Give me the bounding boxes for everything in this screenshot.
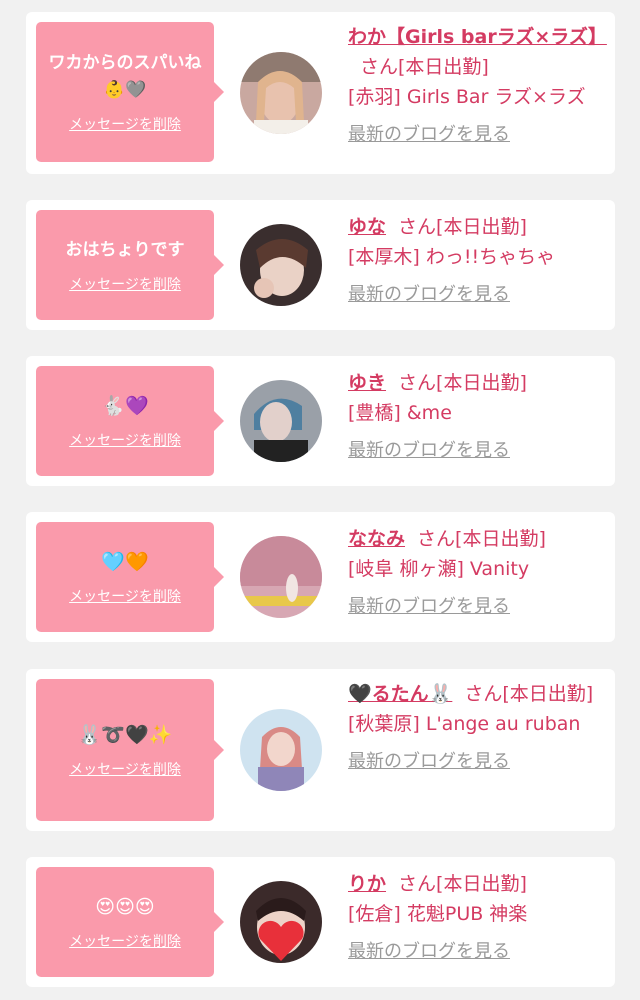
status-label: [本日出勤] xyxy=(502,683,594,705)
avatar-photo-icon xyxy=(240,224,322,306)
sender-name-link[interactable]: ゆな xyxy=(348,216,386,238)
sender-name-link[interactable]: ゆき xyxy=(348,372,386,394)
avatar-photo-icon xyxy=(240,536,322,618)
shop-label: [本厚木] わっ!!ちゃちゃ xyxy=(348,246,556,268)
avatar-photo-icon xyxy=(240,380,322,462)
delete-message-link[interactable]: メッセージを削除 xyxy=(69,274,181,294)
avatar[interactable] xyxy=(240,224,322,306)
honorific: さん xyxy=(398,873,437,895)
avatar-photo-icon xyxy=(240,881,322,963)
status-label: [本日出勤] xyxy=(436,372,527,394)
message-text: 🐇💜 xyxy=(101,394,149,417)
sender-info: 🖤るたん🐰 さん[本日出勤] [秋葉原] L'ange au ruban 最新のブ… xyxy=(348,679,606,777)
message-text: 😍😍😍 xyxy=(95,895,155,918)
message-text: 🩵🧡 xyxy=(101,550,149,573)
message-bubble: おはちょりです メッセージを削除 xyxy=(36,210,224,320)
shop-label: [秋葉原] L'ange au ruban xyxy=(348,713,581,735)
sender-name-link[interactable]: わか【Girls barラズ×ラズ】 xyxy=(348,26,607,48)
message-bubble: 😍😍😍 メッセージを削除 xyxy=(36,867,224,977)
honorific: さん xyxy=(398,216,437,238)
message-text: おはちょりです xyxy=(65,239,185,260)
status-label: [本日出勤] xyxy=(436,216,527,238)
sender-info: ゆな さん[本日出勤] [本厚木] わっ!!ちゃちゃ 最新のブログを見る xyxy=(348,212,606,310)
message-text: 🐰➰🖤✨ xyxy=(77,723,173,746)
message-text: ワカからのスパいね👶🩶 xyxy=(48,53,202,100)
status-label: [本日出勤] xyxy=(398,56,489,78)
delete-message-link[interactable]: メッセージを削除 xyxy=(69,114,181,134)
message-card: 🩵🧡 メッセージを削除 ななみ さん[本日出勤] [岐阜 柳ヶ瀬] Vanity … xyxy=(26,512,615,642)
latest-blog-link[interactable]: 最新のブログを見る xyxy=(348,436,606,466)
latest-blog-link[interactable]: 最新のブログを見る xyxy=(348,747,606,777)
message-bubble: 🐰➰🖤✨ メッセージを削除 xyxy=(36,679,224,821)
message-bubble: ワカからのスパいね👶🩶 メッセージを削除 xyxy=(36,22,224,162)
sender-info: ななみ さん[本日出勤] [岐阜 柳ヶ瀬] Vanity 最新のブログを見る xyxy=(348,524,606,622)
sender-name-link[interactable]: りか xyxy=(348,873,386,895)
latest-blog-link[interactable]: 最新のブログを見る xyxy=(348,120,606,150)
sender-info: りか さん[本日出勤] [佐倉] 花魁PUB 神楽 最新のブログを見る xyxy=(348,869,606,967)
delete-message-link[interactable]: メッセージを削除 xyxy=(69,931,181,951)
avatar[interactable] xyxy=(240,709,322,791)
sender-name-link[interactable]: ななみ xyxy=(348,528,405,550)
shop-label: [赤羽] Girls Bar ラズ×ラズ xyxy=(348,86,586,108)
latest-blog-link[interactable]: 最新のブログを見る xyxy=(348,592,606,622)
avatar-photo-icon xyxy=(240,52,322,134)
latest-blog-link[interactable]: 最新のブログを見る xyxy=(348,937,606,967)
message-card: 😍😍😍 メッセージを削除 りか さん[本日出勤] [佐倉] 花魁PUB 神楽 最新… xyxy=(26,857,615,987)
shop-label: [豊橋] &me xyxy=(348,402,452,424)
sender-info: ゆき さん[本日出勤] [豊橋] &me 最新のブログを見る xyxy=(348,368,606,466)
sender-name-link[interactable]: 🖤るたん🐰 xyxy=(348,683,452,705)
avatar[interactable] xyxy=(240,380,322,462)
avatar[interactable] xyxy=(240,881,322,963)
message-bubble: 🐇💜 メッセージを削除 xyxy=(36,366,224,476)
honorific: さん xyxy=(360,56,399,78)
honorific: さん xyxy=(398,372,437,394)
shop-label: [岐阜 柳ヶ瀬] Vanity xyxy=(348,558,530,580)
honorific: さん xyxy=(417,528,456,550)
delete-message-link[interactable]: メッセージを削除 xyxy=(69,759,181,779)
message-card: ワカからのスパいね👶🩶 メッセージを削除 わか【Girls barラズ×ラズ】さ… xyxy=(26,12,615,174)
avatar[interactable] xyxy=(240,52,322,134)
avatar[interactable] xyxy=(240,536,322,618)
honorific: さん xyxy=(464,683,503,705)
message-card: おはちょりです メッセージを削除 ゆな さん[本日出勤] [本厚木] わっ!!ちゃ… xyxy=(26,200,615,330)
delete-message-link[interactable]: メッセージを削除 xyxy=(69,586,181,606)
message-bubble: 🩵🧡 メッセージを削除 xyxy=(36,522,224,632)
delete-message-link[interactable]: メッセージを削除 xyxy=(69,430,181,450)
latest-blog-link[interactable]: 最新のブログを見る xyxy=(348,280,606,310)
message-card: 🐰➰🖤✨ メッセージを削除 🖤るたん🐰 さん[本日出勤] [秋葉原] L'ange… xyxy=(26,669,615,831)
avatar-photo-icon xyxy=(240,709,322,791)
sender-info: わか【Girls barラズ×ラズ】さん[本日出勤] [赤羽] Girls Ba… xyxy=(348,22,607,150)
status-label: [本日出勤] xyxy=(455,528,546,550)
message-card: 🐇💜 メッセージを削除 ゆき さん[本日出勤] [豊橋] &me 最新のブログを見… xyxy=(26,356,615,486)
status-label: [本日出勤] xyxy=(436,873,527,895)
shop-label: [佐倉] 花魁PUB 神楽 xyxy=(348,903,528,925)
